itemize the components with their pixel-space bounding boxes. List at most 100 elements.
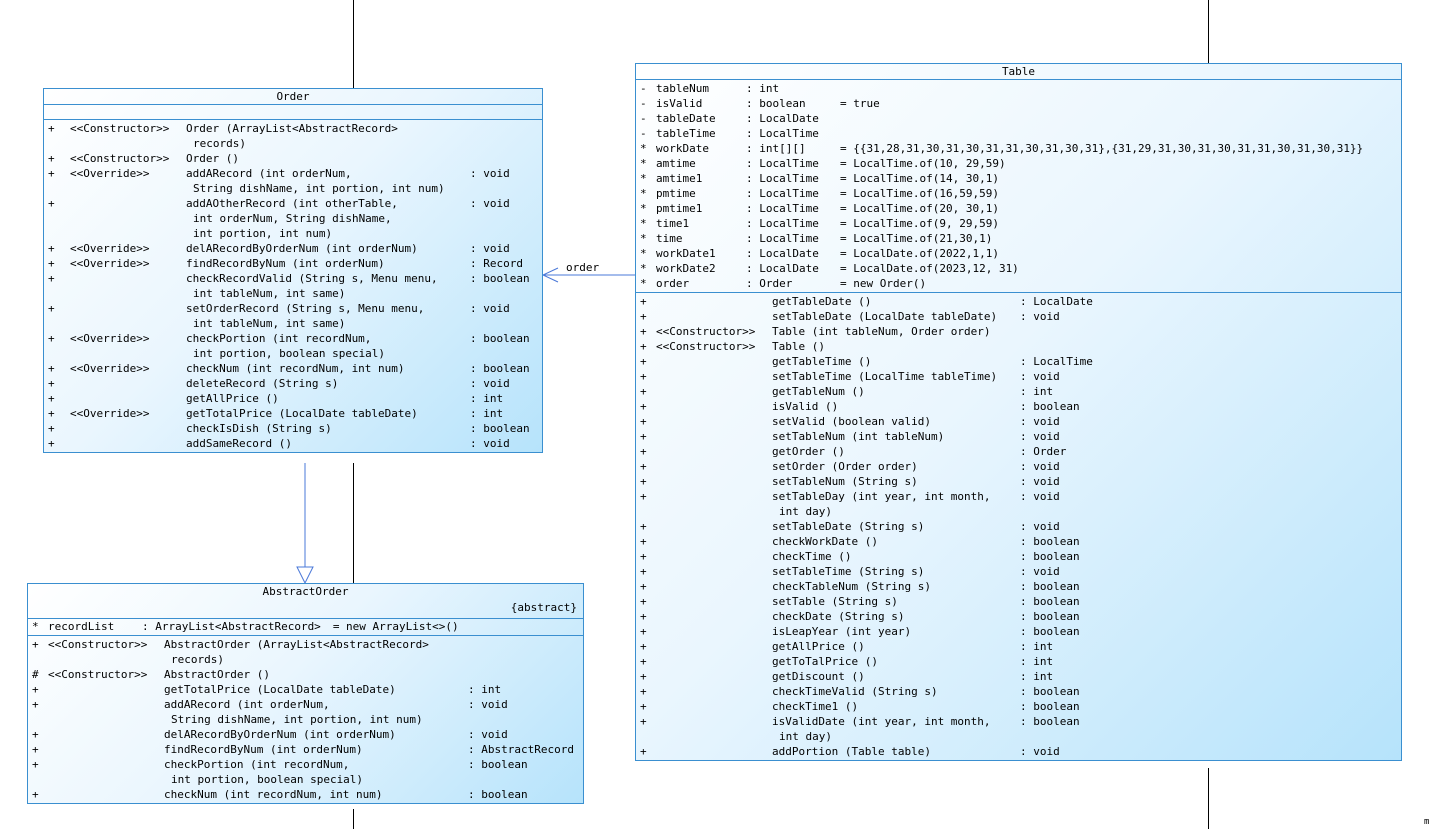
attribute-type: : LocalTime [746,157,819,170]
operation-signature: delARecordByOrderNum (int orderNum) [164,728,396,741]
operation-return-type: : boolean [1020,715,1080,728]
operation-return-type: : void [470,242,510,255]
operation-stereotype [70,436,186,451]
operation-stereotype [656,624,772,639]
operation-stereotype [70,271,186,286]
operation-stereotype [656,384,772,399]
lifeline-left [353,0,354,89]
operation-stereotype: <<Constructor>> [48,668,148,681]
visibility-marker: + [48,407,55,420]
attribute-row: * order: Order = new Order() [636,276,1401,291]
visibility-marker: + [48,377,55,390]
abstract-order-class[interactable]: AbstractOrder {abstract} * recordList: Ar… [27,583,584,804]
operation-signature: checkNum (int recordNum, int num) [186,362,405,375]
operation-signature: Order () [186,152,239,165]
operation-row: + checkTime (): boolean [636,549,1401,564]
attribute-name: workDate [656,142,709,155]
operation-signature: setTableTime (String s) [772,565,925,578]
operation-signature-continued: int portion, boolean special) [193,347,386,360]
attribute-row: * pmtime: LocalTime = LocalTime.of(16,59,5… [636,186,1401,201]
operation-row: + setValid (boolean valid): void [636,414,1401,429]
operation-row: + getToTalPrice (): int [636,654,1401,669]
attribute-type: : LocalDate [746,112,819,125]
operation-signature: getDiscount () [772,670,865,683]
attribute-row: * time: LocalTime = LocalTime.of(21,30,1) [636,231,1401,246]
attribute-row: * pmtime1: LocalTime = LocalTime.of(20, 30… [636,201,1401,216]
visibility-marker: + [640,610,647,623]
attribute-row: * workDate: int[][] = {{31,28,31,30,31,30,… [636,141,1401,156]
operation-continuation: int tableNum, int same) [44,316,542,331]
operation-signature: findRecordByNum (int orderNum) [186,257,385,270]
corner-mark: m [1424,817,1430,827]
order-class[interactable]: Order + <<Constructor>> Order (ArrayList<A… [43,88,543,453]
visibility-marker: + [640,595,647,608]
attribute-name: time [656,232,683,245]
attribute-type: : LocalTime [746,232,819,245]
operation-signature: Order (ArrayList<AbstractRecord> [186,122,398,135]
operation-return-type [470,151,542,166]
operation-continuation: int day) [636,729,1401,744]
operation-row: + getOrder (): Order [636,444,1401,459]
operation-row: + isValid (): boolean [636,399,1401,414]
operation-row: + setTableTime (LocalTime tableTime): voi… [636,369,1401,384]
attribute-row: * amtime: LocalTime = LocalTime.of(10, 29,… [636,156,1401,171]
operation-stereotype [70,301,186,316]
operation-stereotype [48,697,164,712]
attribute-name: pmtime [656,187,696,200]
operation-stereotype: <<Constructor>> [70,122,170,135]
operation-signature: addARecord (int orderNum, [186,167,352,180]
operation-row: + setTableNum (String s): void [636,474,1401,489]
operation-row: + checkTime1 (): boolean [636,699,1401,714]
visibility-marker: + [640,415,647,428]
operation-row: + isValidDate (int year, int month,: bool… [636,714,1401,729]
order-class-header: Order [44,89,542,105]
visibility-marker: + [640,745,647,758]
operation-return-type: : void [470,437,510,450]
table-operations: + getTableDate (): LocalDate + setTableDate… [636,293,1401,760]
operation-continuation: int day) [636,504,1401,519]
operation-return-type: : int [468,683,502,696]
attribute-row: * recordList: ArrayList<AbstractRecord> = … [28,619,583,634]
operation-signature: getTableNum () [772,385,865,398]
abstract-order-operations: + <<Constructor>> AbstractOrder (ArrayList… [28,636,583,803]
operation-row: + checkRecordValid (String s, Menu menu,:… [44,271,542,286]
operation-row: + getAllPrice (): int [44,391,542,406]
operation-row: + setTableDate (LocalDate tableDate): voi… [636,309,1401,324]
visibility-marker: + [48,437,55,450]
operation-return-type: : boolean [468,758,528,771]
operation-signature: findRecordByNum (int orderNum) [164,743,363,756]
operation-return-type: : boolean [1020,685,1080,698]
operation-row: + delARecordByOrderNum (int orderNum) : vo… [28,727,583,742]
operation-row: + getTableDate (): LocalDate [636,294,1401,309]
visibility-marker: + [640,535,647,548]
operation-row: + isLeapYear (int year): boolean [636,624,1401,639]
operation-signature: getTableTime () [772,355,872,368]
visibility-marker: + [32,728,39,741]
attribute-name: tableTime [656,127,716,140]
operation-row: + <<Constructor>> Order () [44,151,542,166]
operation-return-type: : boolean [1020,595,1080,608]
attribute-name: amtime1 [656,172,703,185]
attribute-type: : LocalTime [746,217,819,230]
operation-return-type: : void [468,728,508,741]
visibility-marker: + [640,520,647,533]
visibility-marker: + [32,758,39,771]
operation-row: + deleteRecord (String s): void [44,376,542,391]
operation-stereotype [656,639,772,654]
order-operations: + <<Constructor>> Order (ArrayList<Abstrac… [44,120,542,452]
operation-row: + addAOtherRecord (int otherTable,: void [44,196,542,211]
operation-return-type: : void [1020,415,1060,428]
attribute-type: : boolean [746,97,806,110]
lifeline-left-bottom [353,809,354,829]
operation-return-type: : int [470,407,504,420]
attribute-initial-value: = true [840,97,880,110]
attribute-initial-value: = LocalTime.of(9, 29,59) [840,217,999,230]
visibility-marker: + [48,332,55,345]
operation-row: + setOrderRecord (String s, Menu menu,: v… [44,301,542,316]
operation-return-type: : int [470,392,504,405]
operation-return-type: : void [1020,490,1060,503]
visibility-marker: + [640,625,647,638]
table-class[interactable]: Table - tableNum: int - isValid: boolean = t… [635,63,1402,761]
visibility-marker: * [640,157,647,170]
operation-return-type: : boolean [1020,610,1080,623]
